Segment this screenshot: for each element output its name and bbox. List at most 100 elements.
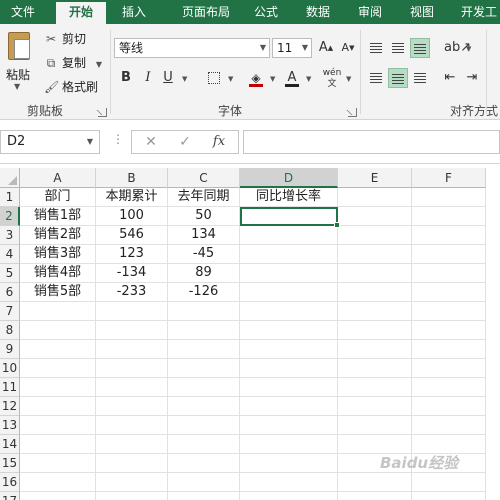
row-header-3[interactable]: 3 — [0, 226, 20, 245]
cell-b14[interactable] — [96, 435, 168, 454]
column-header-f[interactable]: F — [412, 168, 486, 188]
cell-a15[interactable] — [20, 454, 96, 473]
align-center-button[interactable] — [388, 68, 408, 88]
cell-a6[interactable]: 销售5部 — [20, 283, 96, 302]
tab-insert[interactable]: 插入 — [112, 0, 156, 24]
chevron-down-icon[interactable]: ▼ — [306, 75, 311, 83]
cell-e8[interactable] — [338, 321, 412, 340]
cell-b12[interactable] — [96, 397, 168, 416]
fill-color-button[interactable]: ◈ — [246, 68, 266, 88]
cell-f14[interactable] — [412, 435, 486, 454]
cell-f10[interactable] — [412, 359, 486, 378]
cell-e1[interactable] — [338, 188, 412, 207]
insert-function-button[interactable]: fx — [204, 131, 234, 153]
align-left-button[interactable] — [366, 68, 386, 88]
tab-formulas[interactable]: 公式 — [246, 0, 286, 24]
cell-a9[interactable] — [20, 340, 96, 359]
cell-d1[interactable]: 同比增长率 — [240, 188, 338, 207]
cell-b17[interactable] — [96, 492, 168, 500]
font-color-button[interactable]: A — [282, 68, 302, 88]
row-header-11[interactable]: 11 — [0, 378, 20, 397]
cell-c13[interactable] — [168, 416, 240, 435]
cell-c16[interactable] — [168, 473, 240, 492]
cell-d14[interactable] — [240, 435, 338, 454]
cell-b13[interactable] — [96, 416, 168, 435]
chevron-down-icon[interactable]: ▼ — [270, 75, 275, 83]
cell-b16[interactable] — [96, 473, 168, 492]
tab-data[interactable]: 数据 — [298, 0, 338, 24]
cell-e11[interactable] — [338, 378, 412, 397]
cell-c14[interactable] — [168, 435, 240, 454]
chevron-down-icon[interactable]: ▼ — [87, 131, 93, 153]
cell-d13[interactable] — [240, 416, 338, 435]
align-top-button[interactable] — [366, 38, 386, 58]
cell-f12[interactable] — [412, 397, 486, 416]
decrease-indent-button[interactable]: ⇤ — [440, 68, 460, 88]
column-header-d[interactable]: D — [240, 168, 338, 188]
cell-d16[interactable] — [240, 473, 338, 492]
fill-handle[interactable] — [334, 222, 340, 228]
align-middle-button[interactable] — [388, 38, 408, 58]
chevron-down-icon[interactable]: ▼ — [346, 75, 351, 83]
tab-page-layout[interactable]: 页面布局 — [176, 0, 236, 24]
column-header-a[interactable]: A — [20, 168, 96, 188]
row-header-12[interactable]: 12 — [0, 397, 20, 416]
cell-e14[interactable] — [338, 435, 412, 454]
cell-e5[interactable] — [338, 264, 412, 283]
cell-b11[interactable] — [96, 378, 168, 397]
cell-f17[interactable] — [412, 492, 486, 500]
tab-file[interactable]: 文件 — [0, 0, 46, 24]
row-header-7[interactable]: 7 — [0, 302, 20, 321]
tab-view[interactable]: 视图 — [402, 0, 442, 24]
increase-font-size-button[interactable]: A▲ — [316, 38, 336, 58]
chevron-down-icon[interactable]: ▼ — [14, 82, 20, 91]
enter-button[interactable]: ✓ — [170, 131, 200, 153]
cell-d3[interactable] — [240, 226, 338, 245]
clipboard-launcher-icon[interactable] — [98, 108, 107, 117]
cell-f5[interactable] — [412, 264, 486, 283]
tab-review[interactable]: 审阅 — [350, 0, 390, 24]
row-header-5[interactable]: 5 — [0, 264, 20, 283]
cell-e6[interactable] — [338, 283, 412, 302]
cell-c10[interactable] — [168, 359, 240, 378]
cell-d5[interactable] — [240, 264, 338, 283]
tab-home[interactable]: 开始 — [56, 2, 106, 24]
cell-d15[interactable] — [240, 454, 338, 473]
row-header-9[interactable]: 9 — [0, 340, 20, 359]
chevron-down-icon[interactable]: ▼ — [228, 75, 233, 83]
cell-f15[interactable] — [412, 454, 486, 473]
font-size-dropdown[interactable]: 11 ▼ — [272, 38, 312, 58]
row-header-15[interactable]: 15 — [0, 454, 20, 473]
paste-button[interactable]: 粘贴 — [6, 66, 30, 83]
chevron-down-icon[interactable]: ▼ — [96, 60, 102, 69]
cell-d12[interactable] — [240, 397, 338, 416]
column-header-b[interactable]: B — [96, 168, 168, 188]
row-header-14[interactable]: 14 — [0, 435, 20, 454]
cell-d17[interactable] — [240, 492, 338, 500]
cell-a14[interactable] — [20, 435, 96, 454]
cell-a12[interactable] — [20, 397, 96, 416]
cell-b6[interactable]: -233 — [96, 283, 168, 302]
cell-f7[interactable] — [412, 302, 486, 321]
name-box[interactable]: D2 ▼ — [0, 130, 100, 154]
cell-e16[interactable] — [338, 473, 412, 492]
chevron-down-icon[interactable]: ▼ — [466, 45, 471, 53]
cell-a3[interactable]: 销售2部 — [20, 226, 96, 245]
cut-button[interactable]: ✂ 剪切 — [44, 30, 86, 48]
cell-e15[interactable] — [338, 454, 412, 473]
phonetic-guide-button[interactable]: wén 文 — [322, 68, 342, 89]
row-header-16[interactable]: 16 — [0, 473, 20, 492]
cell-b9[interactable] — [96, 340, 168, 359]
increase-indent-button[interactable]: ⇥ — [462, 68, 482, 88]
copy-button[interactable]: ⧉ 复制 ▼ — [44, 54, 102, 72]
orientation-button[interactable]: ab↗ — [444, 38, 471, 58]
borders-button[interactable] — [204, 68, 224, 88]
cell-e17[interactable] — [338, 492, 412, 500]
cell-d2[interactable] — [240, 207, 338, 226]
cell-f3[interactable] — [412, 226, 486, 245]
column-header-e[interactable]: E — [338, 168, 412, 188]
cell-c7[interactable] — [168, 302, 240, 321]
italic-button[interactable]: I — [138, 68, 158, 88]
cell-b10[interactable] — [96, 359, 168, 378]
cell-f13[interactable] — [412, 416, 486, 435]
